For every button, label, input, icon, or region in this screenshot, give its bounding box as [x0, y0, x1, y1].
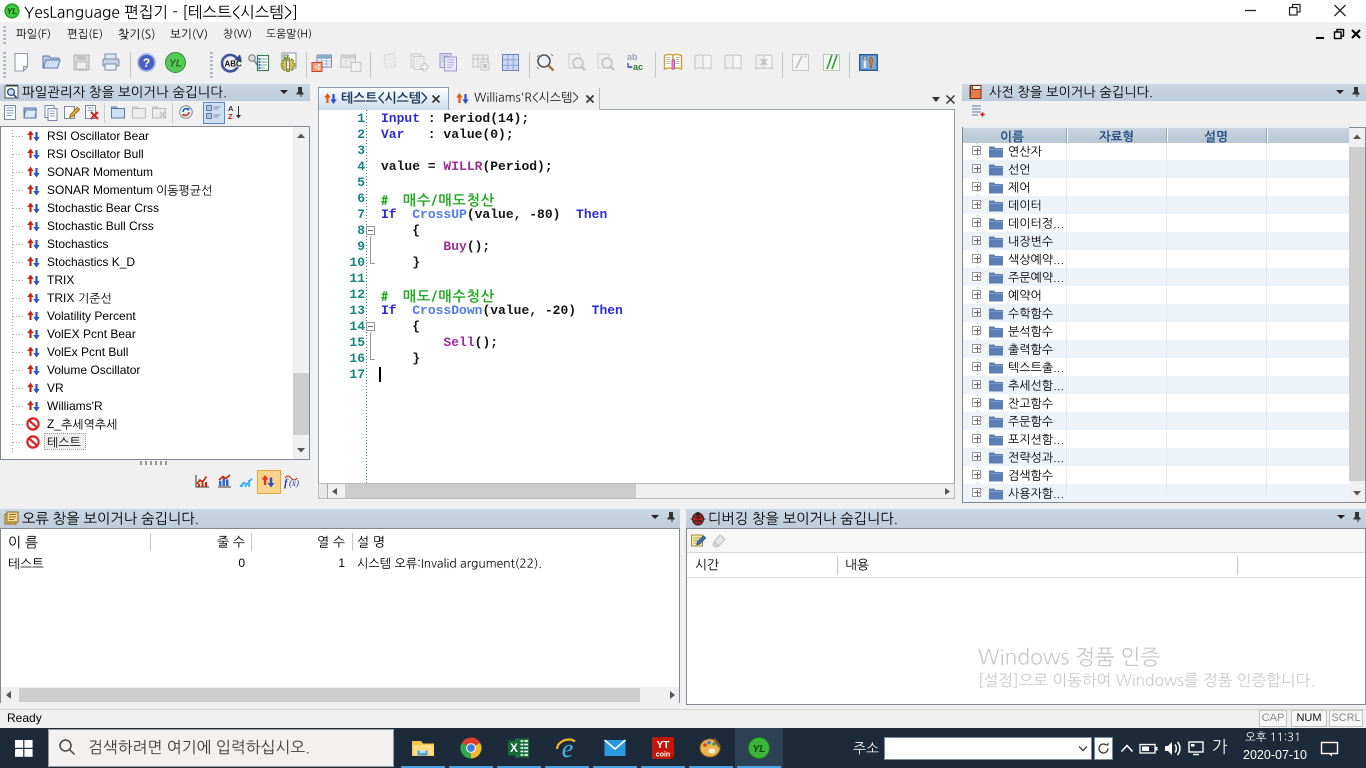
- svg-text:X: X: [510, 743, 518, 755]
- svg-text:YL: YL: [7, 7, 17, 16]
- svg-text:YL: YL: [753, 744, 766, 755]
- svg-text:ab: ab: [627, 52, 638, 62]
- svg-text:coin: coin: [656, 752, 670, 759]
- svg-text:YL: YL: [169, 59, 182, 70]
- svg-text:Z: Z: [228, 112, 233, 121]
- svg-text:YT: YT: [657, 740, 670, 751]
- svg-text:*: *: [803, 55, 808, 64]
- svg-text:ac: ac: [633, 62, 643, 72]
- svg-text:ABC: ABC: [225, 60, 243, 69]
- svg-text:?: ?: [143, 56, 150, 70]
